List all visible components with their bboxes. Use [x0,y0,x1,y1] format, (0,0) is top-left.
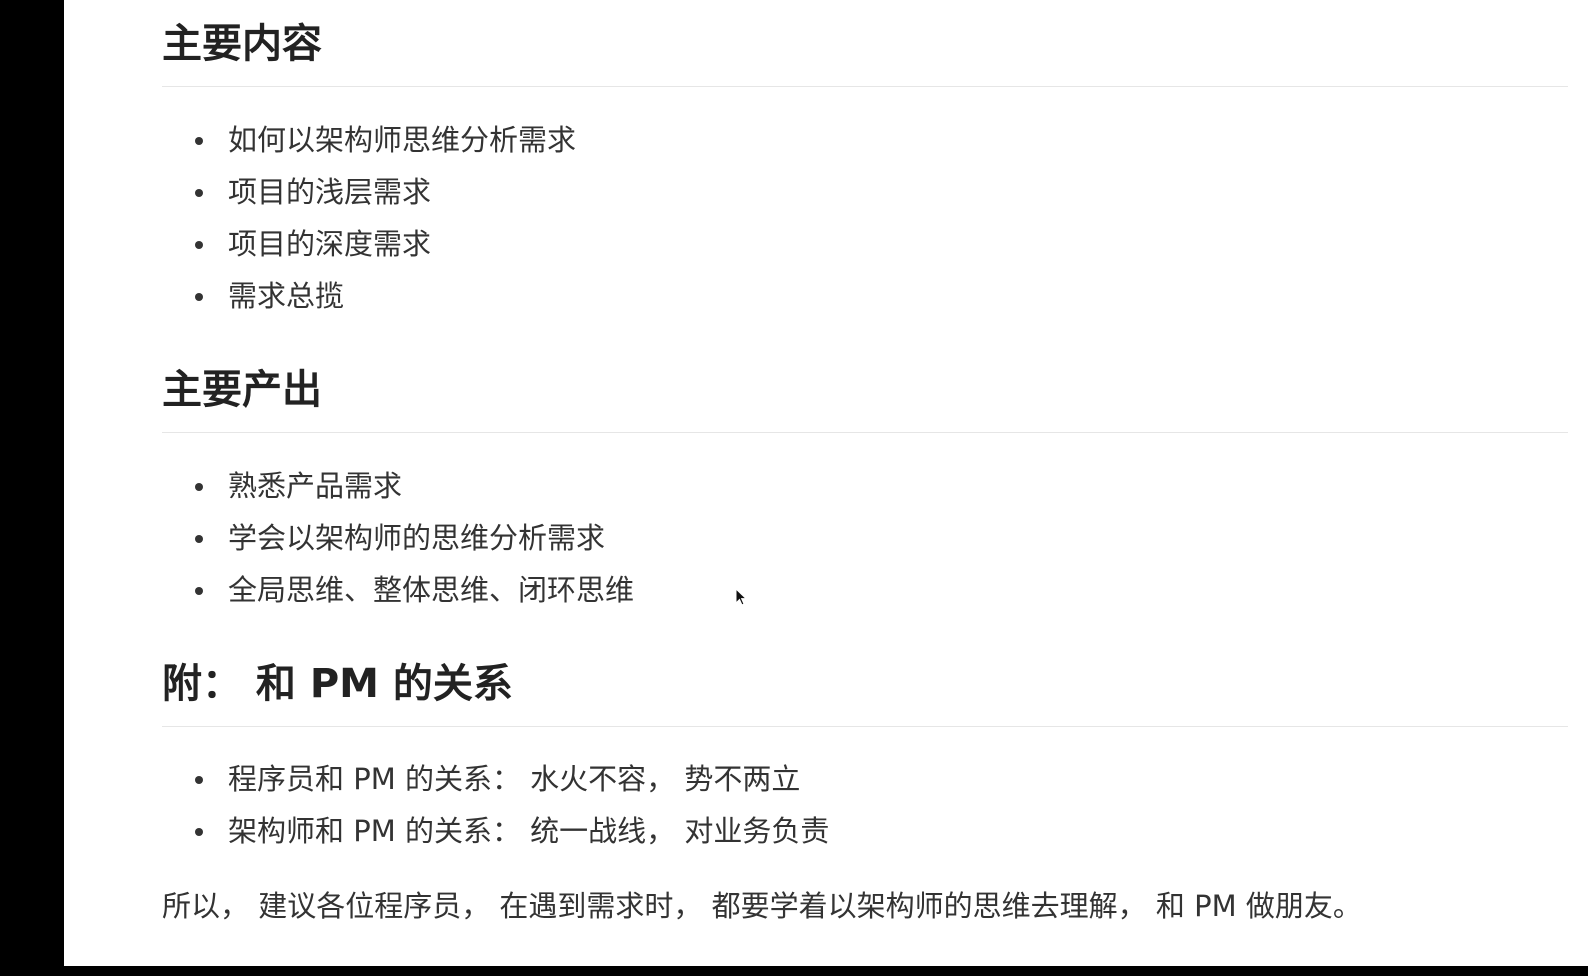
section-heading-main-output: 主要产出 [162,367,322,413]
bullet-icon [195,189,203,197]
heading-divider [162,86,1568,87]
list-item-text: 项目的深度需求 [228,227,432,261]
list-item-text: 全局思维、整体思维、闭环思维 [228,573,635,607]
list-item: 需求总揽 [162,270,576,322]
bullet-icon [195,776,203,784]
mouse-pointer-icon [735,588,748,606]
list-item: 项目的深度需求 [162,218,576,270]
list-item-text: 架构师和 PM 的关系： 统一战线， 对业务负责 [228,814,830,848]
list-item: 架构师和 PM 的关系： 统一战线， 对业务负责 [162,805,829,857]
list-item: 全局思维、整体思维、闭环思维 [162,564,634,616]
list-item: 项目的浅层需求 [162,166,576,218]
pm-relationship-list: 程序员和 PM 的关系： 水火不容， 势不两立 架构师和 PM 的关系： 统一战… [162,753,829,857]
list-item-text: 程序员和 PM 的关系： 水火不容， 势不两立 [228,762,801,796]
list-item: 程序员和 PM 的关系： 水火不容， 势不两立 [162,753,829,805]
main-output-list: 熟悉产品需求 学会以架构师的思维分析需求 全局思维、整体思维、闭环思维 [162,460,634,616]
bullet-icon [195,535,203,543]
section-heading-pm-relationship: 附： 和 PM 的关系 [162,661,513,707]
list-item-text: 学会以架构师的思维分析需求 [228,521,606,555]
bullet-icon [195,137,203,145]
bullet-icon [195,241,203,249]
heading-divider [162,726,1568,727]
list-item: 熟悉产品需求 [162,460,634,512]
list-item: 如何以架构师思维分析需求 [162,114,576,166]
list-item-text: 项目的浅层需求 [228,175,432,209]
bullet-icon [195,828,203,836]
heading-divider [162,432,1568,433]
document-page: 主要内容 如何以架构师思维分析需求 项目的浅层需求 项目的深度需求 需求总揽 主… [64,0,1568,966]
bottom-frame-bar [0,966,1588,976]
closing-paragraph: 所以， 建议各位程序员， 在遇到需求时， 都要学着以架构师的思维去理解， 和 P… [162,889,1362,923]
section-heading-main-content: 主要内容 [162,21,322,67]
list-item: 学会以架构师的思维分析需求 [162,512,634,564]
list-item-text: 需求总揽 [228,279,345,313]
main-content-list: 如何以架构师思维分析需求 项目的浅层需求 项目的深度需求 需求总揽 [162,114,576,322]
list-item-text: 熟悉产品需求 [228,469,403,503]
bullet-icon [195,587,203,595]
bullet-icon [195,483,203,491]
bullet-icon [195,293,203,301]
right-frame-bar [1568,0,1588,976]
left-frame-bar [0,0,64,976]
list-item-text: 如何以架构师思维分析需求 [228,123,577,157]
